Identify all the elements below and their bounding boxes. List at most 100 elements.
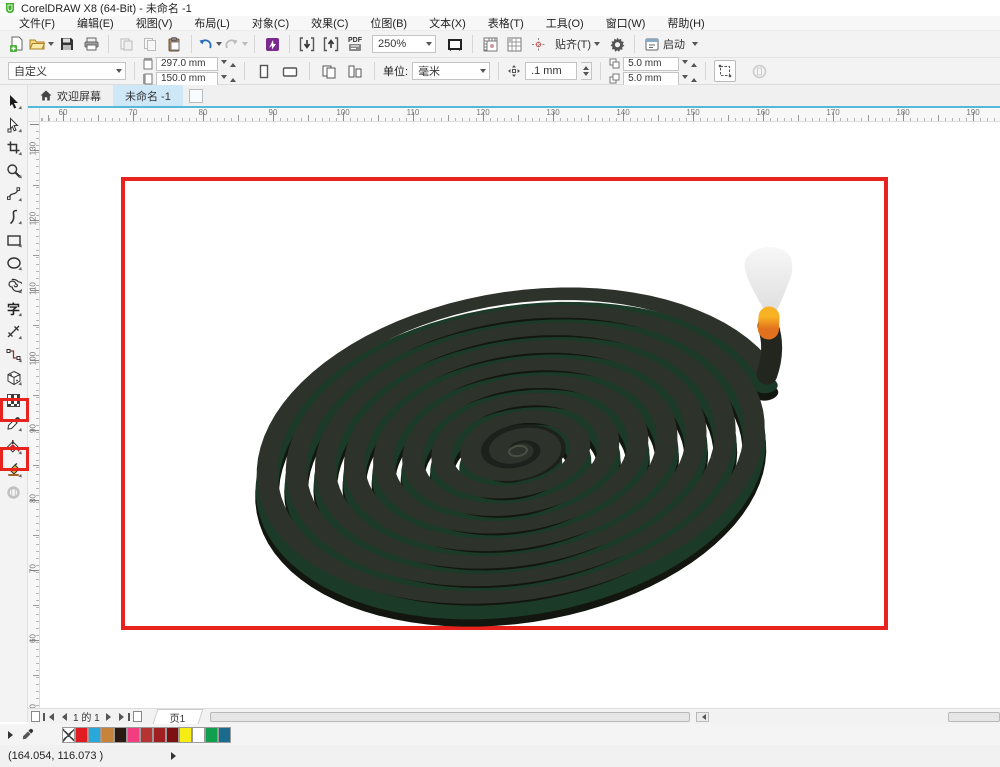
color-swatch[interactable] [179,727,192,743]
color-swatch[interactable] [127,727,140,743]
crop-tool[interactable] [2,136,26,159]
snap-to-button[interactable]: 贴齐(T) [551,33,604,55]
page-width-field[interactable]: 297.0 mm [156,57,218,71]
print-button[interactable] [80,33,102,55]
page-1-tab[interactable]: 页1 [152,709,202,724]
page-height-field[interactable]: 150.0 mm [156,72,218,86]
launch-button[interactable]: 启动 [641,33,702,55]
publish-pdf-button[interactable]: PDF [344,33,366,55]
spiral-tool[interactable] [2,274,26,297]
paste-button[interactable] [163,33,185,55]
show-guidelines-button[interactable] [527,33,549,55]
page-size-preset-combo[interactable]: 自定义 [8,62,126,80]
duplicate-y-step-up[interactable] [691,75,697,82]
add-page-after-button[interactable] [131,710,145,723]
landscape-button[interactable] [279,60,301,82]
open-dropdown-arrow[interactable] [48,42,54,49]
text-tool[interactable]: 字 [2,297,26,320]
show-grid-button[interactable] [503,33,525,55]
color-swatch[interactable] [140,727,153,743]
snap-dropdown-arrow[interactable] [594,42,600,49]
menu-item[interactable]: 窗口(W) [595,15,657,31]
color-swatch[interactable] [75,727,88,743]
color-swatch[interactable] [114,727,127,743]
dimension-tool[interactable] [2,320,26,343]
connector-tool[interactable] [2,343,26,366]
page-width-step-down[interactable] [221,60,227,67]
menu-item[interactable]: 工具(O) [535,15,595,31]
next-page-button[interactable] [103,710,117,723]
mosquito-coil-artwork[interactable] [40,122,1000,708]
menu-item[interactable]: 效果(C) [300,15,359,31]
zoom-dropdown-arrow[interactable] [426,42,432,49]
current-page-size-button[interactable] [344,60,366,82]
previous-page-button[interactable] [56,710,70,723]
freehand-tool[interactable] [2,182,26,205]
shape-tool[interactable] [2,113,26,136]
bezier-tool[interactable] [2,205,26,228]
extrude-tool[interactable] [2,366,26,389]
menu-item[interactable]: 表格(T) [477,15,535,31]
color-swatch[interactable] [205,727,218,743]
zoom-tool[interactable] [2,159,26,182]
duplicate-x-step-down[interactable] [682,60,688,67]
show-rulers-button[interactable] [479,33,501,55]
all-pages-size-button[interactable] [318,60,340,82]
duplicate-y-field[interactable]: 5.0 mm [623,72,679,86]
pick-tool[interactable] [2,90,26,113]
color-swatch[interactable] [153,727,166,743]
zoom-level-combo[interactable]: 250% [372,35,436,53]
save-button[interactable] [56,33,78,55]
color-swatch[interactable] [88,727,101,743]
last-page-button[interactable] [117,710,131,723]
palette-eyedropper-icon[interactable] [21,728,34,741]
vertical-ruler[interactable]: 1301201101009080706050 [28,122,40,708]
ruler-origin-corner[interactable] [28,108,40,122]
menu-item[interactable]: 对象(C) [241,15,300,31]
treat-as-filled-button[interactable] [714,60,736,82]
nudge-spinner[interactable] [581,62,592,80]
fullscreen-preview-button[interactable] [444,33,466,55]
options-gear-button[interactable] [606,33,628,55]
page-height-step-down[interactable] [221,75,227,82]
first-page-button[interactable] [42,710,56,723]
nudge-distance-field[interactable]: .1 mm [525,62,577,80]
swatch-no-color[interactable] [62,727,75,743]
horizontal-scrollbar-thumb[interactable] [210,712,690,722]
menu-item[interactable]: 布局(L) [183,15,240,31]
color-swatch[interactable] [101,727,114,743]
search-content-button[interactable] [261,33,283,55]
menu-item[interactable]: 文本(X) [418,15,477,31]
duplicate-x-field[interactable]: 5.0 mm [623,57,679,71]
scrollbar-left-arrow-button[interactable] [696,712,709,722]
duplicate-x-step-up[interactable] [691,60,697,67]
statusbar-flyout-arrow[interactable] [171,752,180,760]
menu-item[interactable]: 编辑(E) [66,15,125,31]
launch-dropdown-arrow[interactable] [692,42,698,49]
palette-flyout-arrow[interactable] [8,731,17,739]
ellipse-tool[interactable] [2,251,26,274]
add-page-before-button[interactable] [28,710,42,723]
color-swatch[interactable] [192,727,205,743]
new-document-button[interactable] [5,33,27,55]
scrollbar-right-segment[interactable] [948,712,1000,722]
menu-item[interactable]: 视图(V) [125,15,184,31]
new-tab-button[interactable] [189,89,203,103]
menu-item[interactable]: 帮助(H) [656,15,715,31]
color-swatch[interactable] [166,727,179,743]
portrait-button[interactable] [253,60,275,82]
undo-dropdown-arrow[interactable] [216,42,222,49]
drawing-canvas[interactable] [40,122,1000,708]
open-button[interactable] [29,33,54,55]
units-dropdown-arrow[interactable] [480,69,486,76]
page-height-step-up[interactable] [230,75,236,82]
rectangle-tool[interactable] [2,228,26,251]
color-swatch[interactable] [218,727,231,743]
duplicate-y-step-down[interactable] [682,75,688,82]
horizontal-scrollbar[interactable] [200,709,1000,725]
menu-item[interactable]: 文件(F) [8,15,66,31]
page-width-step-up[interactable] [230,60,236,67]
units-combo[interactable]: 毫米 [412,62,490,80]
preset-dropdown-arrow[interactable] [116,69,122,76]
import-button[interactable] [296,33,318,55]
